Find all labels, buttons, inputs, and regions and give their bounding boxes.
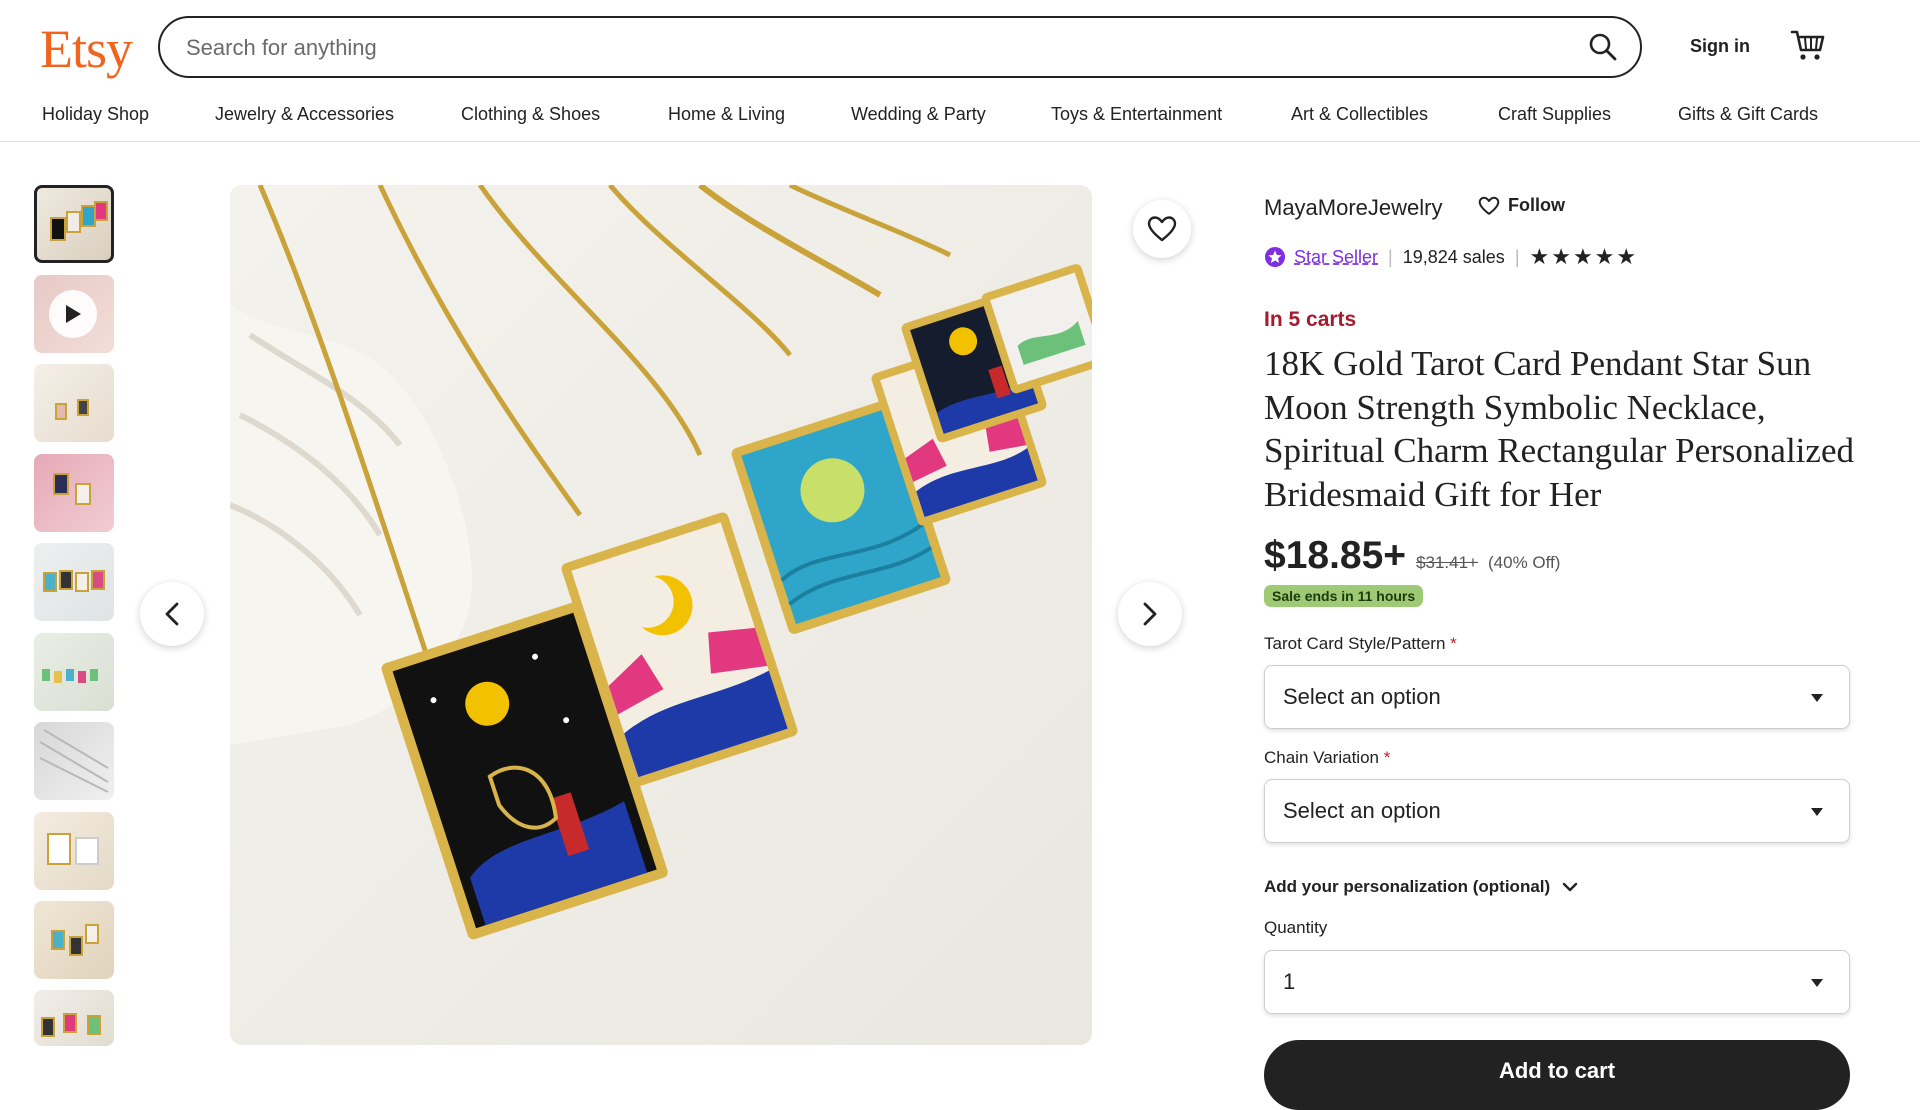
- required-marker: *: [1383, 748, 1391, 767]
- etsy-logo[interactable]: Etsy: [40, 14, 133, 84]
- shop-name-link[interactable]: MayaMoreJewelry: [1264, 195, 1443, 221]
- price-row: $18.85+ $31.41+ (40% Off): [1264, 534, 1560, 578]
- select-value: 1: [1283, 969, 1296, 994]
- caret-down-icon: [1811, 979, 1823, 987]
- star-seller-link[interactable]: Star Seller: [1294, 247, 1378, 268]
- option-2-label: Chain Variation *: [1264, 748, 1391, 767]
- play-icon: [49, 290, 97, 338]
- product-image: [230, 185, 1092, 1045]
- thumbnail-10[interactable]: [34, 990, 114, 1046]
- original-price: $31.41+: [1416, 553, 1478, 572]
- sale-price: $18.85+: [1264, 534, 1407, 577]
- select-value: Select an option: [1283, 684, 1441, 709]
- nav-art-collectibles[interactable]: Art & Collectibles: [1291, 104, 1428, 125]
- thumbnail-7[interactable]: [34, 722, 114, 800]
- option-1-label: Tarot Card Style/Pattern *: [1264, 634, 1457, 653]
- thumbnail-8[interactable]: [34, 812, 114, 890]
- rating-stars[interactable]: ★★★★★: [1530, 244, 1639, 270]
- personalization-toggle[interactable]: Add your personalization (optional): [1264, 877, 1578, 897]
- follow-button[interactable]: Follow: [1478, 195, 1565, 216]
- heart-icon: [1147, 216, 1177, 242]
- chevron-right-icon: [1143, 602, 1157, 626]
- personalization-label: Add your personalization (optional): [1264, 877, 1551, 896]
- nav-home-living[interactable]: Home & Living: [668, 104, 785, 125]
- quantity-select[interactable]: 1: [1264, 950, 1850, 1014]
- sales-count: 19,824 sales: [1402, 246, 1505, 267]
- search-icon[interactable]: [1584, 28, 1622, 66]
- thumbnail-6[interactable]: [34, 633, 114, 711]
- sale-ends-badge: Sale ends in 11 hours: [1264, 585, 1424, 607]
- product-title: 18K Gold Tarot Card Pendant Star Sun Moo…: [1264, 344, 1854, 514]
- thumbnail-5[interactable]: [34, 543, 114, 621]
- star-seller-icon: [1265, 247, 1285, 267]
- chevron-down-icon: [1562, 882, 1578, 892]
- nav-craft-supplies[interactable]: Craft Supplies: [1498, 104, 1611, 125]
- next-image-button[interactable]: [1118, 582, 1182, 646]
- discount-percent: (40% Off): [1488, 553, 1561, 572]
- required-marker: *: [1450, 634, 1457, 653]
- chevron-left-icon: [165, 602, 179, 626]
- heart-icon: [1478, 196, 1500, 215]
- seller-rating-row: Star Seller | 19,824 sales | ★★★★★: [1264, 244, 1638, 270]
- search-bar[interactable]: [158, 16, 1642, 78]
- nav-gifts-gift-cards[interactable]: Gifts & Gift Cards: [1678, 104, 1818, 125]
- follow-label: Follow: [1508, 195, 1565, 215]
- divider: |: [1388, 246, 1393, 267]
- in-carts-badge: In 5 carts: [1264, 308, 1357, 331]
- add-to-cart-button[interactable]: Add to cart: [1264, 1040, 1850, 1110]
- thumbnail-4[interactable]: [34, 454, 114, 532]
- divider: |: [1514, 246, 1520, 267]
- caret-down-icon: [1811, 694, 1823, 702]
- category-nav: Holiday Shop Jewelry & Accessories Cloth…: [0, 92, 1920, 142]
- quantity-label: Quantity: [1264, 918, 1328, 937]
- nav-holiday-shop[interactable]: Holiday Shop: [42, 104, 149, 125]
- search-input[interactable]: [184, 18, 1548, 77]
- cart-icon[interactable]: [1790, 28, 1826, 62]
- select-value: Select an option: [1283, 798, 1441, 823]
- nav-toys-entertainment[interactable]: Toys & Entertainment: [1051, 104, 1222, 125]
- sign-in-link[interactable]: Sign in: [1690, 36, 1750, 57]
- thumbnail-3[interactable]: [34, 364, 114, 442]
- caret-down-icon: [1811, 808, 1823, 816]
- thumbnail-9[interactable]: [34, 901, 114, 979]
- chain-variation-select[interactable]: Select an option: [1264, 779, 1850, 843]
- prev-image-button[interactable]: [140, 582, 204, 646]
- nav-clothing-shoes[interactable]: Clothing & Shoes: [461, 104, 600, 125]
- thumbnail-video[interactable]: [34, 275, 114, 353]
- nav-jewelry-accessories[interactable]: Jewelry & Accessories: [215, 104, 394, 125]
- nav-wedding-party[interactable]: Wedding & Party: [851, 104, 986, 125]
- tarot-style-select[interactable]: Select an option: [1264, 665, 1850, 729]
- favorite-button[interactable]: [1133, 200, 1191, 258]
- thumbnail-1[interactable]: [34, 185, 114, 263]
